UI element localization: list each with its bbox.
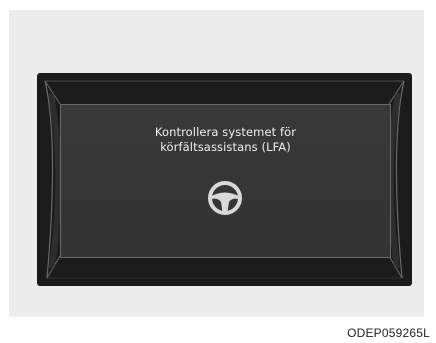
cluster-display: Kontrollera systemet för körfältsassista…: [60, 104, 391, 258]
warning-message-line-2: körfältsassistans (LFA): [160, 140, 291, 154]
figure-code: ODEP059265L: [347, 326, 430, 340]
steering-wheel-icon: [208, 181, 242, 215]
warning-message: Kontrollera systemet för körfältsassista…: [61, 125, 390, 155]
warning-message-line-1: Kontrollera systemet för: [154, 125, 297, 139]
